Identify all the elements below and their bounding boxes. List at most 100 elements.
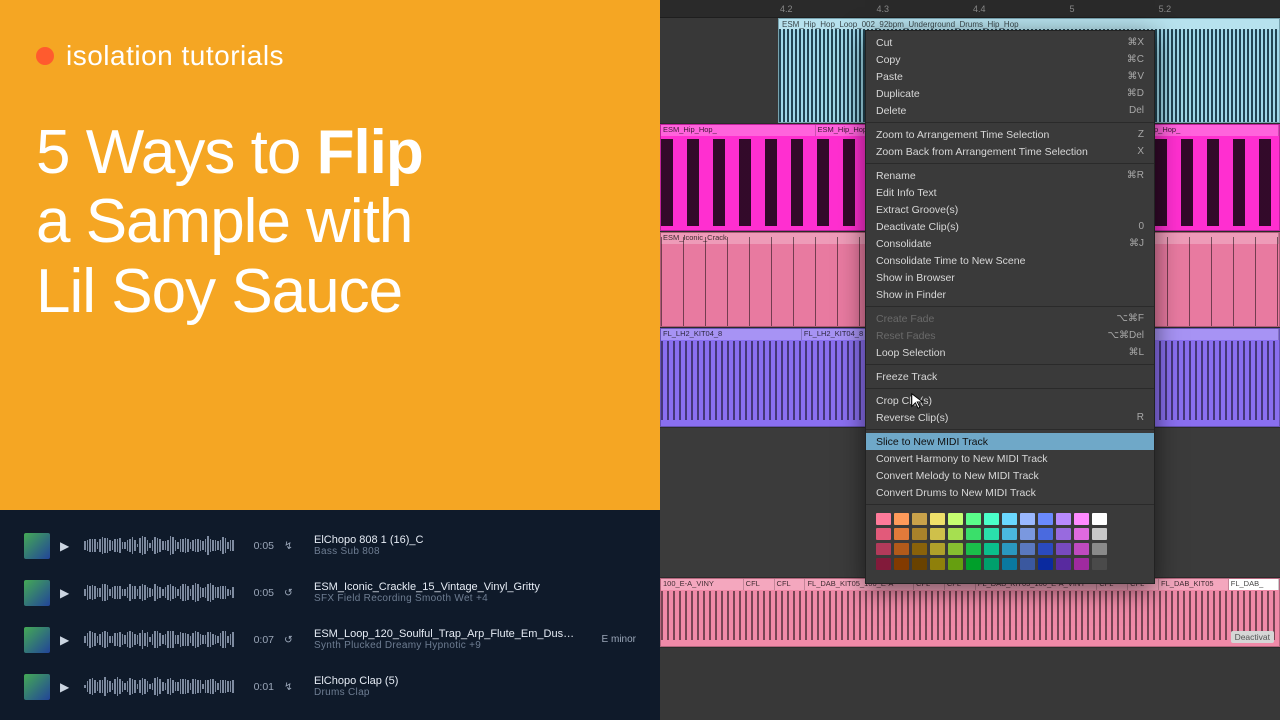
color-swatch[interactable] (930, 558, 945, 570)
color-swatch[interactable] (1002, 513, 1017, 525)
sample-key: E minor (586, 634, 636, 645)
color-swatch[interactable] (1092, 528, 1107, 540)
color-swatch[interactable] (1074, 558, 1089, 570)
color-swatch[interactable] (1056, 528, 1071, 540)
color-swatch[interactable] (876, 513, 891, 525)
menu-item[interactable]: Convert Harmony to New MIDI Track (866, 450, 1154, 467)
color-swatch[interactable] (984, 528, 999, 540)
color-swatch[interactable] (876, 558, 891, 570)
menu-item[interactable]: Cut⌘X (866, 34, 1154, 51)
daw-arrangement[interactable]: 4.2 4.3 4.4 5 5.2 ESM_Hip_Hop_Loop_002_9… (660, 0, 1280, 720)
menu-item[interactable]: Reverse Clip(s)R (866, 409, 1154, 426)
color-swatch[interactable] (912, 543, 927, 555)
color-swatch[interactable] (1002, 543, 1017, 555)
color-swatch[interactable] (966, 543, 981, 555)
color-swatch[interactable] (1056, 543, 1071, 555)
menu-item[interactable]: Consolidate⌘J (866, 235, 1154, 252)
deactivate-badge[interactable]: Deactivat (1231, 631, 1274, 643)
menu-item[interactable]: Crop Clip(s) (866, 392, 1154, 409)
color-swatch[interactable] (1020, 528, 1035, 540)
menu-item[interactable]: Extract Groove(s) (866, 201, 1154, 218)
track-pink[interactable]: 100_E-A_VINY CFL CFL FL_DAB_KIT05_100_E-… (660, 578, 1280, 648)
color-swatch[interactable] (1074, 543, 1089, 555)
color-swatch[interactable] (1002, 558, 1017, 570)
sample-row[interactable]: ▶ 0:05 ↺ ESM_Iconic_Crackle_15_Vintage_V… (24, 572, 636, 614)
loop-icon: ↺ (284, 587, 298, 599)
color-swatch[interactable] (894, 558, 909, 570)
menu-item[interactable]: Edit Info Text (866, 184, 1154, 201)
menu-item[interactable]: Loop Selection⌘L (866, 344, 1154, 361)
color-swatch[interactable] (1020, 558, 1035, 570)
menu-item[interactable]: Show in Browser (866, 269, 1154, 286)
color-swatch[interactable] (1038, 528, 1053, 540)
color-swatch[interactable] (984, 543, 999, 555)
color-swatch[interactable] (930, 528, 945, 540)
menu-item[interactable]: Copy⌘C (866, 51, 1154, 68)
color-swatch[interactable] (948, 513, 963, 525)
timeline-ruler[interactable]: 4.2 4.3 4.4 5 5.2 (660, 0, 1280, 18)
sample-name: ElChopo Clap (5) (314, 675, 576, 687)
menu-item[interactable]: Freeze Track (866, 368, 1154, 385)
sample-thumb (24, 533, 50, 559)
color-swatch[interactable] (894, 528, 909, 540)
sample-row[interactable]: ▶ 0:05 ↯ ElChopo 808 1 (16)_C Bass Sub 8… (24, 525, 636, 567)
color-swatch[interactable] (966, 528, 981, 540)
color-swatch[interactable] (1020, 513, 1035, 525)
color-swatch[interactable] (948, 558, 963, 570)
menu-item[interactable]: Slice to New MIDI Track (866, 433, 1154, 450)
color-swatch[interactable] (930, 513, 945, 525)
menu-item[interactable]: Show in Finder (866, 286, 1154, 303)
menu-item[interactable]: Duplicate⌘D (866, 85, 1154, 102)
menu-item[interactable]: Rename⌘R (866, 167, 1154, 184)
hero-title: 5 Ways to Flip a Sample with Lil Soy Sau… (36, 118, 624, 326)
color-swatch[interactable] (1038, 543, 1053, 555)
oneshot-icon: ↯ (284, 681, 298, 693)
color-swatch[interactable] (984, 558, 999, 570)
sample-name: ESM_Loop_120_Soulful_Trap_Arp_Flute_Em_D… (314, 628, 576, 640)
color-swatch[interactable] (912, 513, 927, 525)
color-swatch[interactable] (912, 558, 927, 570)
color-swatches[interactable] (866, 505, 1154, 583)
color-swatch[interactable] (984, 513, 999, 525)
color-swatch[interactable] (930, 543, 945, 555)
hero-panel: isolation tutorials 5 Ways to Flip a Sam… (0, 0, 660, 510)
color-swatch[interactable] (966, 558, 981, 570)
menu-item[interactable]: Zoom Back from Arrangement Time Selectio… (866, 143, 1154, 160)
play-icon[interactable]: ▶ (60, 680, 74, 694)
sample-row[interactable]: ▶ 0:07 ↺ ESM_Loop_120_Soulful_Trap_Arp_F… (24, 619, 636, 661)
sample-name: ESM_Iconic_Crackle_15_Vintage_Vinyl_Grit… (314, 581, 576, 593)
color-swatch[interactable] (1038, 513, 1053, 525)
clip-context-menu[interactable]: Cut⌘XCopy⌘CPaste⌘VDuplicate⌘DDeleteDel Zo… (865, 30, 1155, 584)
color-swatch[interactable] (1074, 528, 1089, 540)
sample-row[interactable]: ▶ 0:01 ↯ ElChopo Clap (5) Drums Clap (24, 666, 636, 708)
color-swatch[interactable] (1056, 513, 1071, 525)
color-swatch[interactable] (894, 543, 909, 555)
menu-item[interactable]: Deactivate Clip(s)0 (866, 218, 1154, 235)
color-swatch[interactable] (1056, 558, 1071, 570)
color-swatch[interactable] (894, 513, 909, 525)
color-swatch[interactable] (1002, 528, 1017, 540)
color-swatch[interactable] (1092, 558, 1107, 570)
play-icon[interactable]: ▶ (60, 586, 74, 600)
menu-item[interactable]: Convert Melody to New MIDI Track (866, 467, 1154, 484)
menu-item[interactable]: Paste⌘V (866, 68, 1154, 85)
color-swatch[interactable] (948, 528, 963, 540)
waveform-icon (84, 581, 234, 605)
color-swatch[interactable] (966, 513, 981, 525)
color-swatch[interactable] (876, 543, 891, 555)
menu-item[interactable]: Consolidate Time to New Scene (866, 252, 1154, 269)
color-swatch[interactable] (1038, 558, 1053, 570)
menu-item[interactable]: Convert Drums to New MIDI Track (866, 484, 1154, 501)
color-swatch[interactable] (876, 528, 891, 540)
color-swatch[interactable] (1074, 513, 1089, 525)
color-swatch[interactable] (1020, 543, 1035, 555)
menu-item[interactable]: DeleteDel (866, 102, 1154, 119)
color-swatch[interactable] (948, 543, 963, 555)
play-icon[interactable]: ▶ (60, 633, 74, 647)
color-swatch[interactable] (1092, 513, 1107, 525)
color-swatch[interactable] (912, 528, 927, 540)
color-swatch[interactable] (1092, 543, 1107, 555)
menu-item[interactable]: Zoom to Arrangement Time SelectionZ (866, 126, 1154, 143)
play-icon[interactable]: ▶ (60, 539, 74, 553)
sample-duration: 0:05 (244, 587, 274, 599)
